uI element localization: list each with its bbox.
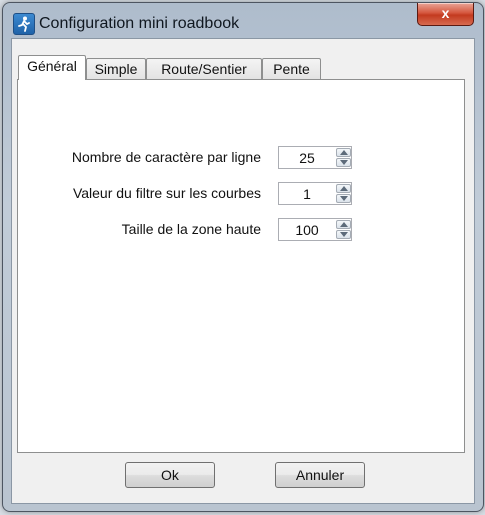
arrow-up-icon xyxy=(340,186,348,191)
top-zone-size-stepper[interactable]: 100 xyxy=(278,218,352,241)
field-row-curve-filter: Valeur du filtre sur les courbes 1 xyxy=(18,182,466,206)
client-area: Général Simple Route/Sentier Pente Nombr… xyxy=(11,38,475,504)
spinner xyxy=(336,184,351,203)
stepper-value[interactable]: 25 xyxy=(279,150,335,166)
field-row-chars-per-line: Nombre de caractère par ligne 25 xyxy=(18,146,466,170)
arrow-down-icon xyxy=(340,196,348,201)
field-label: Nombre de caractère par ligne xyxy=(71,149,261,165)
spin-down-button[interactable] xyxy=(336,230,351,239)
chars-per-line-stepper[interactable]: 25 xyxy=(278,146,352,169)
field-label: Taille de la zone haute xyxy=(121,221,261,237)
spin-up-button[interactable] xyxy=(336,184,351,193)
window-title: Configuration mini roadbook xyxy=(39,15,240,32)
spinner xyxy=(336,220,351,239)
spin-down-button[interactable] xyxy=(336,158,351,167)
curve-filter-stepper[interactable]: 1 xyxy=(278,182,352,205)
close-button[interactable]: x xyxy=(417,3,474,26)
arrow-up-icon xyxy=(340,222,348,227)
tab-simple[interactable]: Simple xyxy=(86,58,146,79)
field-label: Valeur du filtre sur les courbes xyxy=(72,185,261,201)
arrow-up-icon xyxy=(340,150,348,155)
spin-up-button[interactable] xyxy=(336,220,351,229)
cancel-button[interactable]: Annuler xyxy=(275,462,365,488)
tab-route-sentier[interactable]: Route/Sentier xyxy=(146,58,262,79)
ok-button[interactable]: Ok xyxy=(125,462,215,488)
tab-panel-general: Nombre de caractère par ligne 25 Valeur … xyxy=(17,79,465,453)
spinner xyxy=(336,148,351,167)
title-bar[interactable]: Configuration mini roadbook x xyxy=(3,3,483,37)
field-row-top-zone-size: Taille de la zone haute 100 xyxy=(18,218,466,242)
tab-general[interactable]: Général xyxy=(18,55,86,80)
arrow-down-icon xyxy=(340,232,348,237)
tab-pente[interactable]: Pente xyxy=(262,58,321,79)
spin-down-button[interactable] xyxy=(336,194,351,203)
dialog-window: Configuration mini roadbook x Général Si… xyxy=(2,2,484,512)
stepper-value[interactable]: 1 xyxy=(279,186,335,202)
spin-up-button[interactable] xyxy=(336,148,351,157)
runner-app-icon xyxy=(13,13,35,35)
arrow-down-icon xyxy=(340,160,348,165)
stepper-value[interactable]: 100 xyxy=(279,222,335,238)
